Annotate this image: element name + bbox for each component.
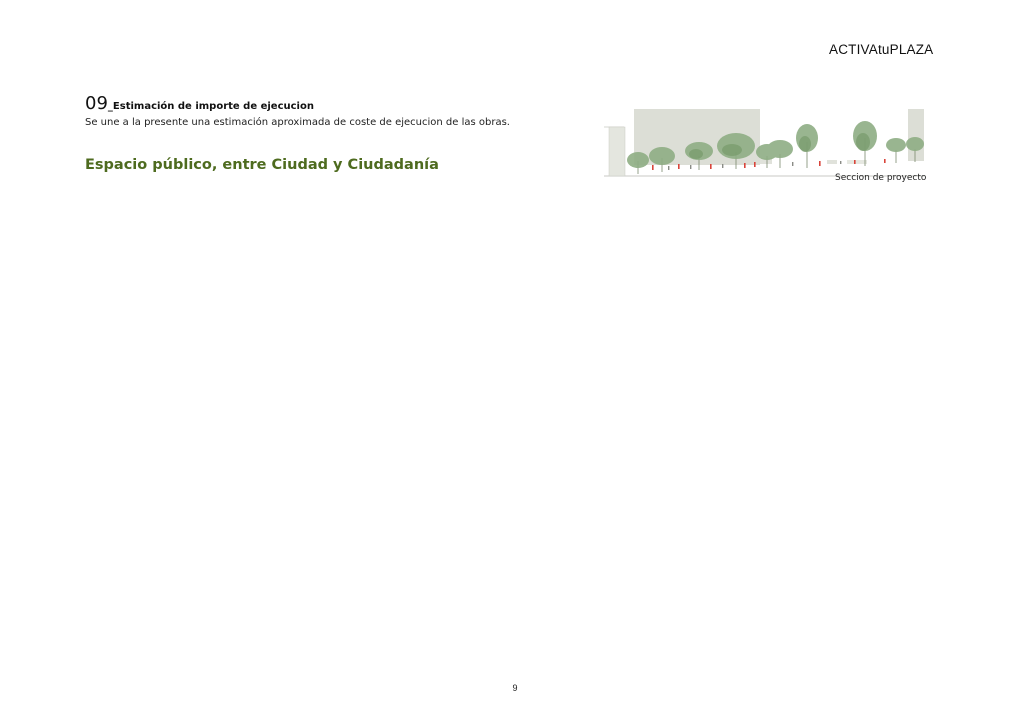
figure-caption: Seccion de proyecto: [835, 173, 927, 183]
section-title: _Estimación de importe de ejecucion: [107, 101, 314, 112]
section-description: Se une a la presente una estimación apro…: [85, 117, 510, 128]
section-heading: 09_Estimación de importe de ejecucion: [85, 93, 314, 114]
project-section-drawing: [604, 109, 924, 177]
brand-logo-text: ACTIVAtuPLAZA: [829, 42, 934, 57]
section-subtitle: Espacio público, entre Ciudad y Ciudadan…: [85, 157, 439, 173]
page-number: 9: [512, 683, 518, 693]
section-number: 09: [85, 93, 108, 114]
